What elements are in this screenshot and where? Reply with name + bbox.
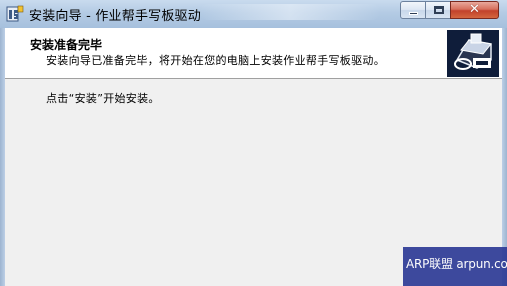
window-title: 安装向导 - 作业帮手写板驱动	[29, 9, 201, 24]
minimize-icon	[409, 12, 418, 15]
close-button[interactable]: ✕	[450, 1, 499, 19]
watermark-text: ARP联盟 arpun.com	[406, 257, 507, 271]
wizard-header: 安装准备完毕 安装向导已准备完毕，将开始在您的电脑上安装作业帮手写板驱动。	[5, 28, 502, 79]
title-bar-glass	[200, 4, 380, 20]
watermark: ARP联盟 arpun.com	[403, 247, 507, 286]
page-subtitle: 安装向导已准备完毕，将开始在您的电脑上安装作业帮手写板驱动。	[46, 54, 385, 67]
maximize-button[interactable]	[425, 1, 451, 19]
maximize-icon	[434, 6, 444, 14]
installer-icon	[6, 5, 24, 22]
page-title: 安装准备完毕	[30, 38, 103, 52]
close-icon: ✕	[469, 2, 480, 17]
instruction-text: 点击“安装”开始安装。	[46, 92, 160, 105]
installer-window: 安装向导 - 作业帮手写板驱动 ✕ 安装准备完毕 安装向导已准备完毕，将开始在您…	[0, 0, 507, 286]
installer-disk-icon	[447, 30, 499, 77]
minimize-button[interactable]	[400, 1, 426, 19]
title-bar[interactable]: 安装向导 - 作业帮手写板驱动 ✕	[0, 0, 507, 28]
